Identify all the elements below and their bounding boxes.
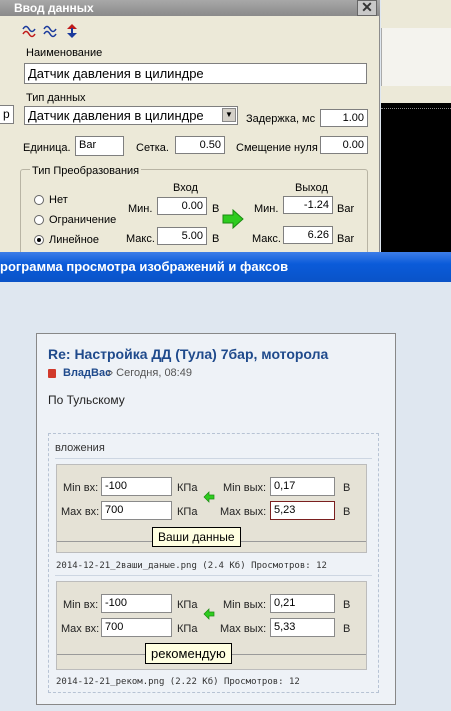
min-in-label: Min вх:: [63, 482, 99, 494]
data-type-value: Датчик давления в цилиндре: [28, 108, 204, 123]
arrow-left-icon: [203, 608, 215, 620]
input-max-label: Макс.: [126, 233, 155, 245]
attachments-label: вложения: [55, 442, 105, 454]
output-max-field[interactable]: 6.26: [283, 226, 333, 244]
image-viewer-title: рограмма просмотра изображений и факсов: [0, 259, 289, 274]
signal-wave-alt-icon[interactable]: [43, 23, 59, 39]
name-input[interactable]: Датчик давления в цилиндре: [24, 63, 367, 84]
attachment-caption-2[interactable]: 2014-12-21_реком.png (2.22 Кб) Просмотро…: [56, 677, 300, 687]
grid-input[interactable]: 0.50: [175, 136, 225, 154]
min-out-field: 0,21: [270, 594, 335, 613]
max-out-field: 5,33: [270, 618, 335, 637]
callout-your-data: Ваши данные: [152, 527, 241, 547]
radio-limit[interactable]: [34, 215, 44, 225]
delay-label: Задержка, мс: [246, 113, 316, 125]
output-header: Выход: [295, 182, 328, 194]
kpa-label: КПа: [177, 623, 198, 635]
kpa-label: КПа: [177, 482, 198, 494]
transform-group-label: Тип Преобразования: [30, 165, 142, 177]
zero-offset-input[interactable]: 0.00: [320, 136, 368, 154]
signal-wave-icon[interactable]: [22, 23, 38, 39]
min-out-label: Min вых:: [223, 482, 267, 494]
output-min-unit: Bar: [337, 203, 355, 215]
max-in-label: Max вх:: [61, 506, 100, 518]
radio-none[interactable]: [34, 195, 44, 205]
min-in-field: -100: [101, 477, 172, 496]
kpa-label: КПа: [177, 506, 198, 518]
input-min-field[interactable]: 0.00: [157, 197, 207, 215]
max-in-field: 700: [101, 618, 172, 637]
callout-recommend: рекомендую: [145, 643, 232, 664]
oscilloscope-grid-line: [381, 108, 451, 109]
post-time: » Сегодня, 08:49: [107, 367, 192, 379]
output-min-field[interactable]: -1.24: [283, 196, 333, 214]
max-in-field: 700: [101, 501, 172, 520]
name-label: Наименование: [26, 47, 103, 59]
input-max-unit: В: [212, 233, 220, 245]
output-max-label: Макс.: [252, 233, 281, 245]
arrow-right-icon: [222, 209, 244, 229]
close-button[interactable]: ✕: [357, 0, 377, 16]
data-type-select[interactable]: Датчик давления в цилиндре ▼: [24, 106, 238, 125]
image-viewer-titlebar: рограмма просмотра изображений и факсов: [0, 252, 451, 282]
kpa-label: КПа: [177, 599, 198, 611]
background-window-panel: [381, 28, 451, 86]
min-out-field: 0,17: [270, 477, 335, 496]
attachment-caption-1[interactable]: 2014-12-21_2ваши_даные.png (2.4 Кб) Прос…: [56, 561, 327, 571]
volt-label: В: [343, 506, 351, 518]
max-out-label: Max вых:: [220, 506, 267, 518]
max-in-label: Max вх:: [61, 623, 100, 635]
volt-label: В: [343, 623, 351, 635]
data-input-dialog: Ввод данных ✕ Наименование Датчик давлен…: [0, 0, 380, 259]
volt-label: В: [343, 599, 351, 611]
radio-linear-label: Линейное: [49, 234, 100, 246]
attachment-image-2[interactable]: Min вх: -100 КПа Min вых: 0,21 В Max вх:…: [56, 581, 367, 670]
chevron-down-icon[interactable]: ▼: [222, 108, 236, 122]
attachments-box: вложения Min вх: -100 КПа Min вых: 0,17 …: [48, 433, 379, 693]
radio-limit-label: Ограничение: [49, 214, 117, 226]
unit-label: Единица.: [23, 142, 71, 154]
grid-label: Сетка.: [136, 142, 169, 154]
attachment-divider: [55, 575, 372, 576]
oscilloscope-area: [381, 103, 451, 252]
output-max-unit: Bar: [337, 233, 355, 245]
input-min-unit: В: [212, 203, 220, 215]
attachment-image-1[interactable]: Min вх: -100 КПа Min вых: 0,17 В Max вх:…: [56, 464, 367, 553]
max-out-field: 5,23: [270, 501, 335, 520]
max-out-label: Max вых:: [220, 623, 267, 635]
up-down-arrows-icon[interactable]: [64, 23, 80, 39]
radio-linear[interactable]: [34, 235, 44, 245]
zero-offset-label: Смещение нуля: [236, 142, 318, 154]
background-field-stub: р: [0, 105, 14, 124]
min-out-label: Min вых:: [223, 599, 267, 611]
min-in-label: Min вх:: [63, 599, 99, 611]
post-author[interactable]: ВладВас: [63, 367, 111, 379]
min-in-field: -100: [101, 594, 172, 613]
output-min-label: Мин.: [254, 203, 279, 215]
attachments-divider: [55, 458, 372, 459]
post-icon: [48, 369, 56, 378]
forum-post: Re: Настройка ДД (Тула) 7бар, моторола В…: [36, 333, 396, 705]
arrow-left-icon: [203, 491, 215, 503]
delay-input[interactable]: 1.00: [320, 109, 368, 127]
post-text: По Тульскому: [48, 393, 125, 407]
data-type-label: Тип данных: [26, 92, 86, 104]
unit-input[interactable]: Bar: [75, 136, 124, 156]
volt-label: В: [343, 482, 351, 494]
dialog-titlebar: Ввод данных: [0, 0, 380, 16]
input-min-label: Мин.: [128, 203, 153, 215]
input-max-field[interactable]: 5.00: [157, 227, 207, 245]
dialog-title: Ввод данных: [14, 1, 94, 15]
radio-none-label: Нет: [49, 194, 68, 206]
post-title[interactable]: Re: Настройка ДД (Тула) 7бар, моторола: [48, 346, 328, 362]
input-header: Вход: [173, 182, 198, 194]
